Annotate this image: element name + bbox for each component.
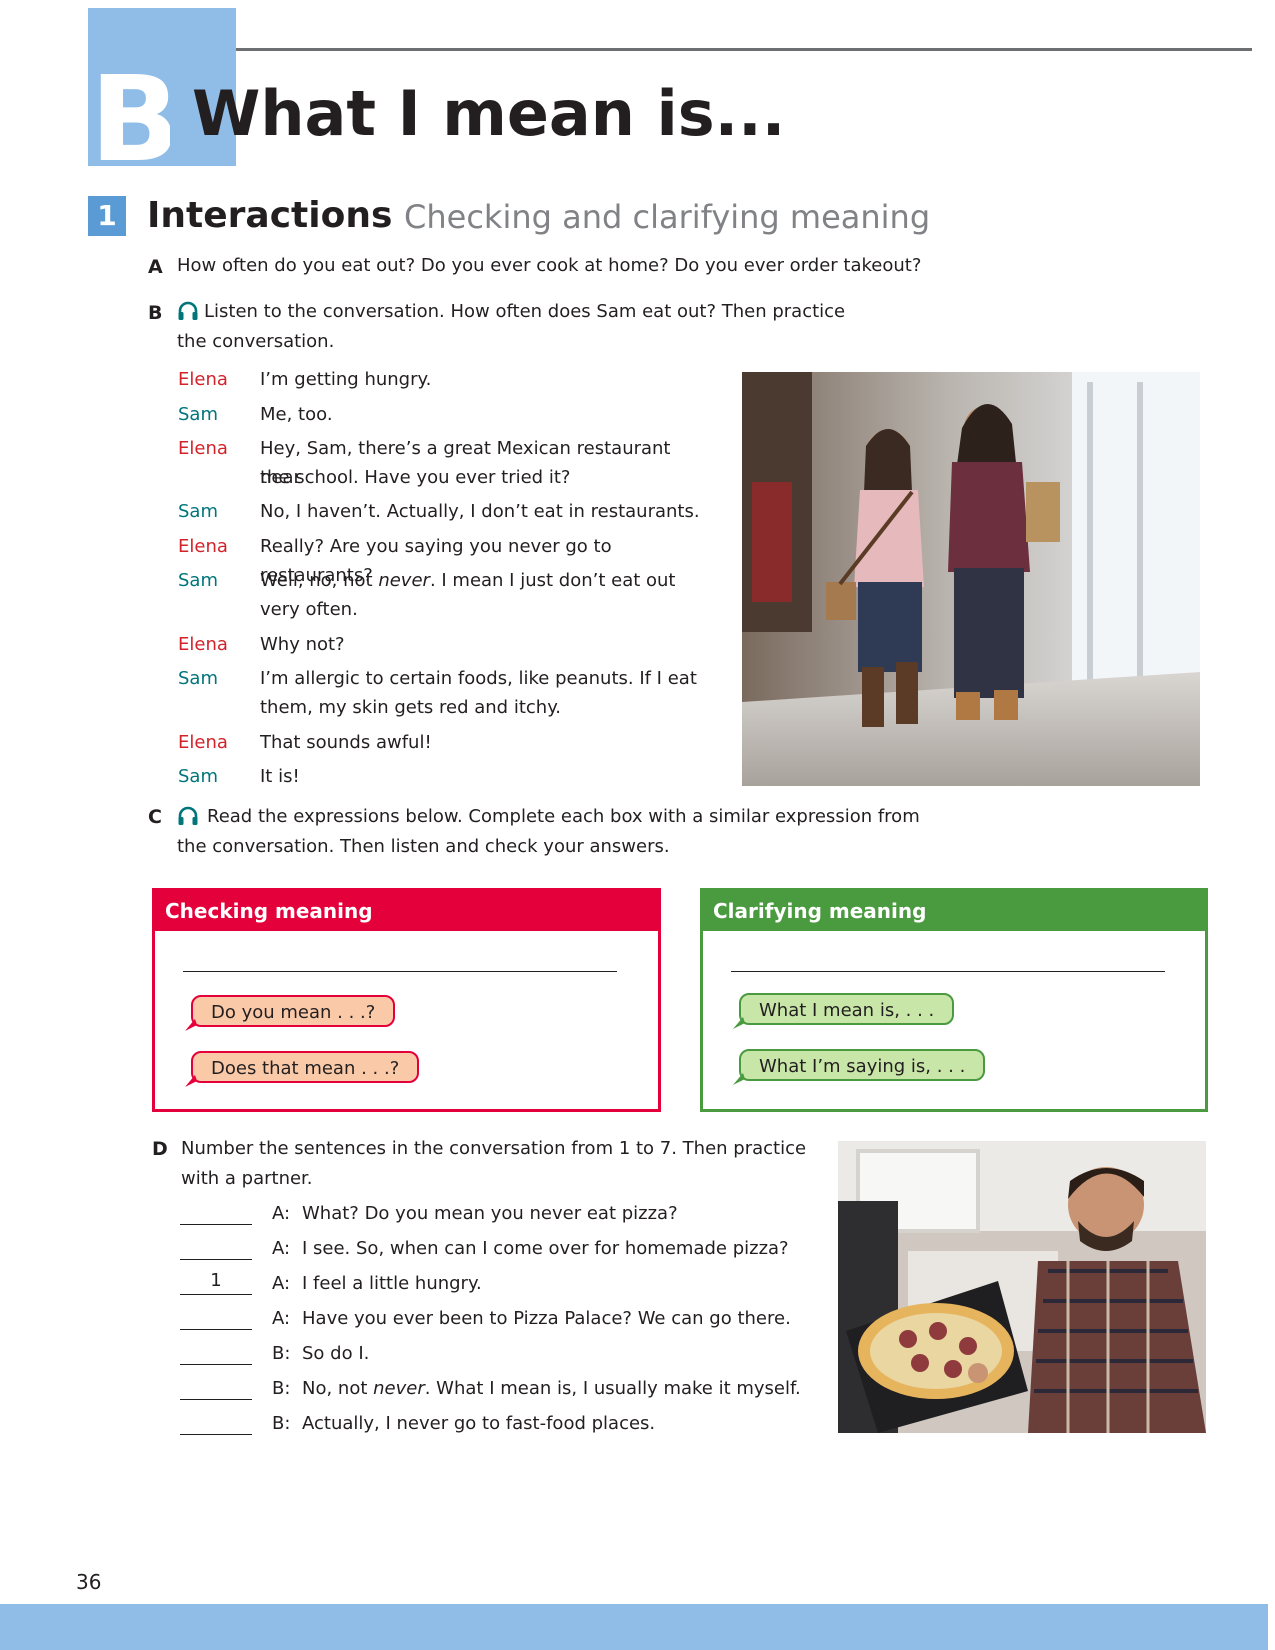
clarifying-meaning-title: Clarifying meaning (703, 891, 1205, 931)
speaker-label: A: (272, 1238, 291, 1259)
section-title: Interactions (147, 195, 393, 236)
task-c-text-2: the conversation. Then listen and check … (177, 836, 670, 857)
speech-tail-icon (185, 1075, 197, 1087)
sentence-text: I feel a little hungry. (302, 1273, 482, 1294)
ordering-row: B: Actually, I never go to fast-food pla… (180, 1408, 800, 1440)
number-blank[interactable] (180, 1408, 252, 1435)
expression-bubble: Does that mean . . .? (185, 1051, 420, 1087)
line-text: I’m allergic to certain foods, like pean… (260, 668, 697, 689)
line-text: It is! (260, 766, 300, 787)
number-blank[interactable] (180, 1303, 252, 1330)
task-d-letter: D (152, 1138, 168, 1160)
sentence-text: I see. So, when can I come over for home… (302, 1238, 789, 1259)
speaker-sam: Sam (178, 766, 218, 787)
photo-man-with-pizza (838, 1141, 1206, 1433)
speaker-label: B: (272, 1378, 291, 1399)
headphones-icon (177, 300, 199, 322)
headphones-icon (177, 805, 199, 827)
clarifying-meaning-box: Clarifying meaning What I mean is, . . .… (700, 888, 1208, 1112)
speaker-label: B: (272, 1343, 291, 1364)
number-blank[interactable] (180, 1373, 252, 1400)
line-text: Well, no, not never. I mean I just don’t… (260, 570, 676, 591)
speaker-label: A: (272, 1308, 291, 1329)
task-a-text: How often do you eat out? Do you ever co… (177, 255, 922, 276)
sentence-text: Have you ever been to Pizza Palace? We c… (302, 1308, 791, 1329)
line-text: That sounds awful! (260, 732, 432, 753)
speaker-elena: Elena (178, 438, 228, 459)
task-b-text-2: the conversation. (177, 331, 335, 352)
speaker-elena: Elena (178, 634, 228, 655)
ordering-row: A: I see. So, when can I come over for h… (180, 1233, 800, 1265)
speaker-elena: Elena (178, 536, 228, 557)
footer-bar (0, 1604, 1268, 1650)
number-blank[interactable] (180, 1198, 252, 1225)
expression-bubble: What I mean is, . . . (733, 993, 955, 1029)
unit-letter: B (90, 60, 170, 170)
ordering-row: A: Have you ever been to Pizza Palace? W… (180, 1303, 800, 1335)
task-b-text-1: Listen to the conversation. How often do… (204, 301, 846, 322)
ordering-row: B: So do I. (180, 1338, 800, 1370)
speaker-sam: Sam (178, 570, 218, 591)
section-subtitle: Checking and clarifying meaning (404, 198, 931, 236)
expression-bubble: What I’m saying is, . . . (733, 1049, 986, 1085)
speaker-elena: Elena (178, 369, 228, 390)
photo-students-walking (742, 372, 1200, 786)
speaker-sam: Sam (178, 668, 218, 689)
number-blank[interactable] (180, 1233, 252, 1260)
ordering-row: B: No, not never. What I mean is, I usua… (180, 1373, 801, 1405)
header-rule (236, 48, 1252, 51)
checking-meaning-box: Checking meaning Do you mean . . .? Does… (152, 888, 661, 1112)
line-text: very often. (260, 599, 358, 620)
ordering-row: 1 A: I feel a little hungry. (180, 1268, 800, 1300)
expression-bubble: Do you mean . . .? (185, 995, 396, 1031)
unit-title: What I mean is... (192, 77, 786, 150)
ordering-row: A: What? Do you mean you never eat pizza… (180, 1198, 800, 1230)
speech-tail-icon (733, 1017, 745, 1029)
number-blank[interactable] (180, 1338, 252, 1365)
line-text: the school. Have you ever tried it? (260, 467, 571, 488)
line-text: Me, too. (260, 404, 333, 425)
line-text: I’m getting hungry. (260, 369, 432, 390)
speech-tail-icon (185, 1019, 197, 1031)
answer-line[interactable] (731, 971, 1165, 972)
section-number: 1 (88, 196, 126, 236)
speaker-elena: Elena (178, 732, 228, 753)
speaker-sam: Sam (178, 501, 218, 522)
task-b-letter: B (148, 302, 163, 324)
line-text: No, I haven’t. Actually, I don’t eat in … (260, 501, 700, 522)
number-blank[interactable]: 1 (180, 1268, 252, 1295)
speaker-label: A: (272, 1203, 291, 1224)
task-c-text-1: Read the expressions below. Complete eac… (207, 806, 920, 827)
sentence-text: Actually, I never go to fast-food places… (302, 1413, 656, 1434)
page-number: 36 (76, 1570, 102, 1594)
speaker-label: A: (272, 1273, 291, 1294)
line-text: them, my skin gets red and itchy. (260, 697, 561, 718)
checking-meaning-title: Checking meaning (155, 891, 658, 931)
speaker-label: B: (272, 1413, 291, 1434)
answer-line[interactable] (183, 971, 617, 972)
task-a-letter: A (148, 256, 163, 278)
line-text: Why not? (260, 634, 345, 655)
task-d-text-2: with a partner. (181, 1168, 313, 1189)
sentence-text: No, not never. What I mean is, I usually… (302, 1378, 801, 1399)
sentence-text: So do I. (302, 1343, 370, 1364)
task-d-text-1: Number the sentences in the conversation… (181, 1138, 807, 1159)
speaker-sam: Sam (178, 404, 218, 425)
task-c-letter: C (148, 806, 162, 828)
speech-tail-icon (733, 1073, 745, 1085)
sentence-text: What? Do you mean you never eat pizza? (302, 1203, 678, 1224)
